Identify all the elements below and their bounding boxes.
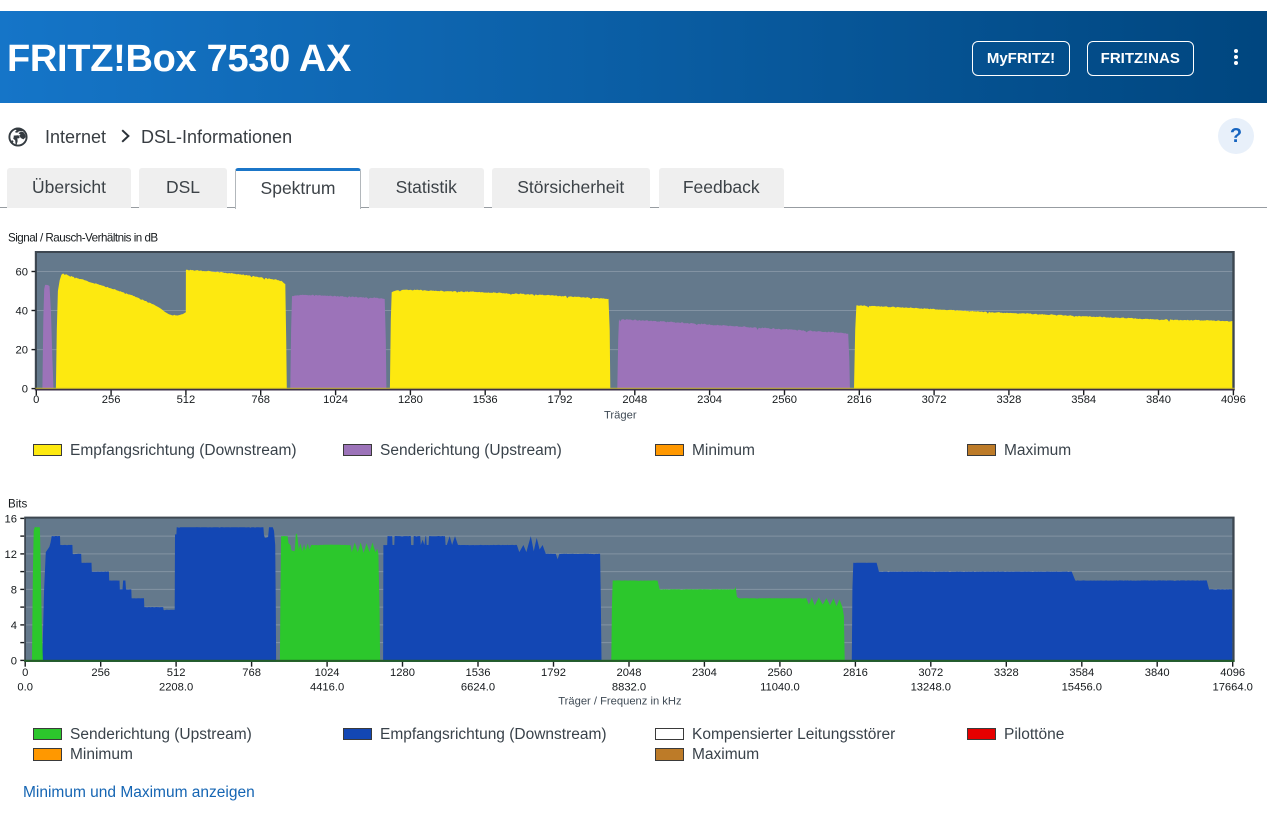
svg-text:768: 768 <box>251 394 270 406</box>
svg-text:256: 256 <box>91 667 110 679</box>
svg-text:Träger: Träger <box>604 409 637 421</box>
svg-text:1024: 1024 <box>323 394 348 406</box>
svg-text:4096: 4096 <box>1220 667 1245 679</box>
svg-text:1792: 1792 <box>548 394 573 406</box>
svg-text:512: 512 <box>177 394 196 406</box>
svg-text:3584: 3584 <box>1071 394 1096 406</box>
svg-text:16: 16 <box>5 513 17 525</box>
svg-text:2816: 2816 <box>843 667 868 679</box>
svg-text:2208.0: 2208.0 <box>159 682 193 694</box>
svg-text:0: 0 <box>33 394 39 406</box>
svg-text:0: 0 <box>22 384 28 396</box>
svg-text:4416.0: 4416.0 <box>310 682 344 694</box>
svg-text:40: 40 <box>16 305 28 317</box>
svg-text:8: 8 <box>11 584 17 596</box>
svg-text:4: 4 <box>11 620 17 632</box>
svg-text:2304: 2304 <box>697 394 722 406</box>
svg-text:12: 12 <box>5 549 17 561</box>
svg-text:6624.0: 6624.0 <box>461 682 495 694</box>
svg-text:3840: 3840 <box>1146 394 1171 406</box>
svg-text:0.0: 0.0 <box>17 682 33 694</box>
svg-text:0: 0 <box>22 667 28 679</box>
svg-text:2816: 2816 <box>847 394 872 406</box>
svg-text:17664.0: 17664.0 <box>1212 682 1252 694</box>
svg-text:Träger / Frequenz in kHz: Träger / Frequenz in kHz <box>558 695 682 707</box>
svg-text:3328: 3328 <box>994 667 1019 679</box>
svg-text:2048: 2048 <box>617 667 642 679</box>
svg-text:3072: 3072 <box>918 667 943 679</box>
svg-text:13248.0: 13248.0 <box>911 682 951 694</box>
svg-text:256: 256 <box>102 394 121 406</box>
svg-text:3840: 3840 <box>1145 667 1170 679</box>
svg-text:1280: 1280 <box>398 394 423 406</box>
svg-text:1280: 1280 <box>390 667 415 679</box>
svg-text:3328: 3328 <box>996 394 1021 406</box>
svg-text:15456.0: 15456.0 <box>1062 682 1102 694</box>
svg-text:20: 20 <box>16 345 28 357</box>
svg-text:4096: 4096 <box>1221 394 1246 406</box>
svg-text:1792: 1792 <box>541 667 566 679</box>
svg-text:60: 60 <box>16 266 28 278</box>
svg-text:2304: 2304 <box>692 667 717 679</box>
svg-text:1536: 1536 <box>466 667 491 679</box>
svg-text:768: 768 <box>242 667 261 679</box>
svg-text:1024: 1024 <box>315 667 340 679</box>
svg-text:1536: 1536 <box>473 394 498 406</box>
svg-text:Bits: Bits <box>8 498 28 511</box>
svg-text:Signal / Rausch-Verhältnis in: Signal / Rausch-Verhältnis in dB <box>8 232 158 245</box>
svg-text:3584: 3584 <box>1069 667 1094 679</box>
svg-text:2048: 2048 <box>622 394 647 406</box>
svg-text:2560: 2560 <box>772 394 797 406</box>
svg-text:0: 0 <box>11 655 17 667</box>
svg-text:11040.0: 11040.0 <box>760 682 800 694</box>
svg-text:8832.0: 8832.0 <box>612 682 646 694</box>
svg-text:3072: 3072 <box>922 394 947 406</box>
svg-text:512: 512 <box>167 667 186 679</box>
svg-text:2560: 2560 <box>767 667 792 679</box>
